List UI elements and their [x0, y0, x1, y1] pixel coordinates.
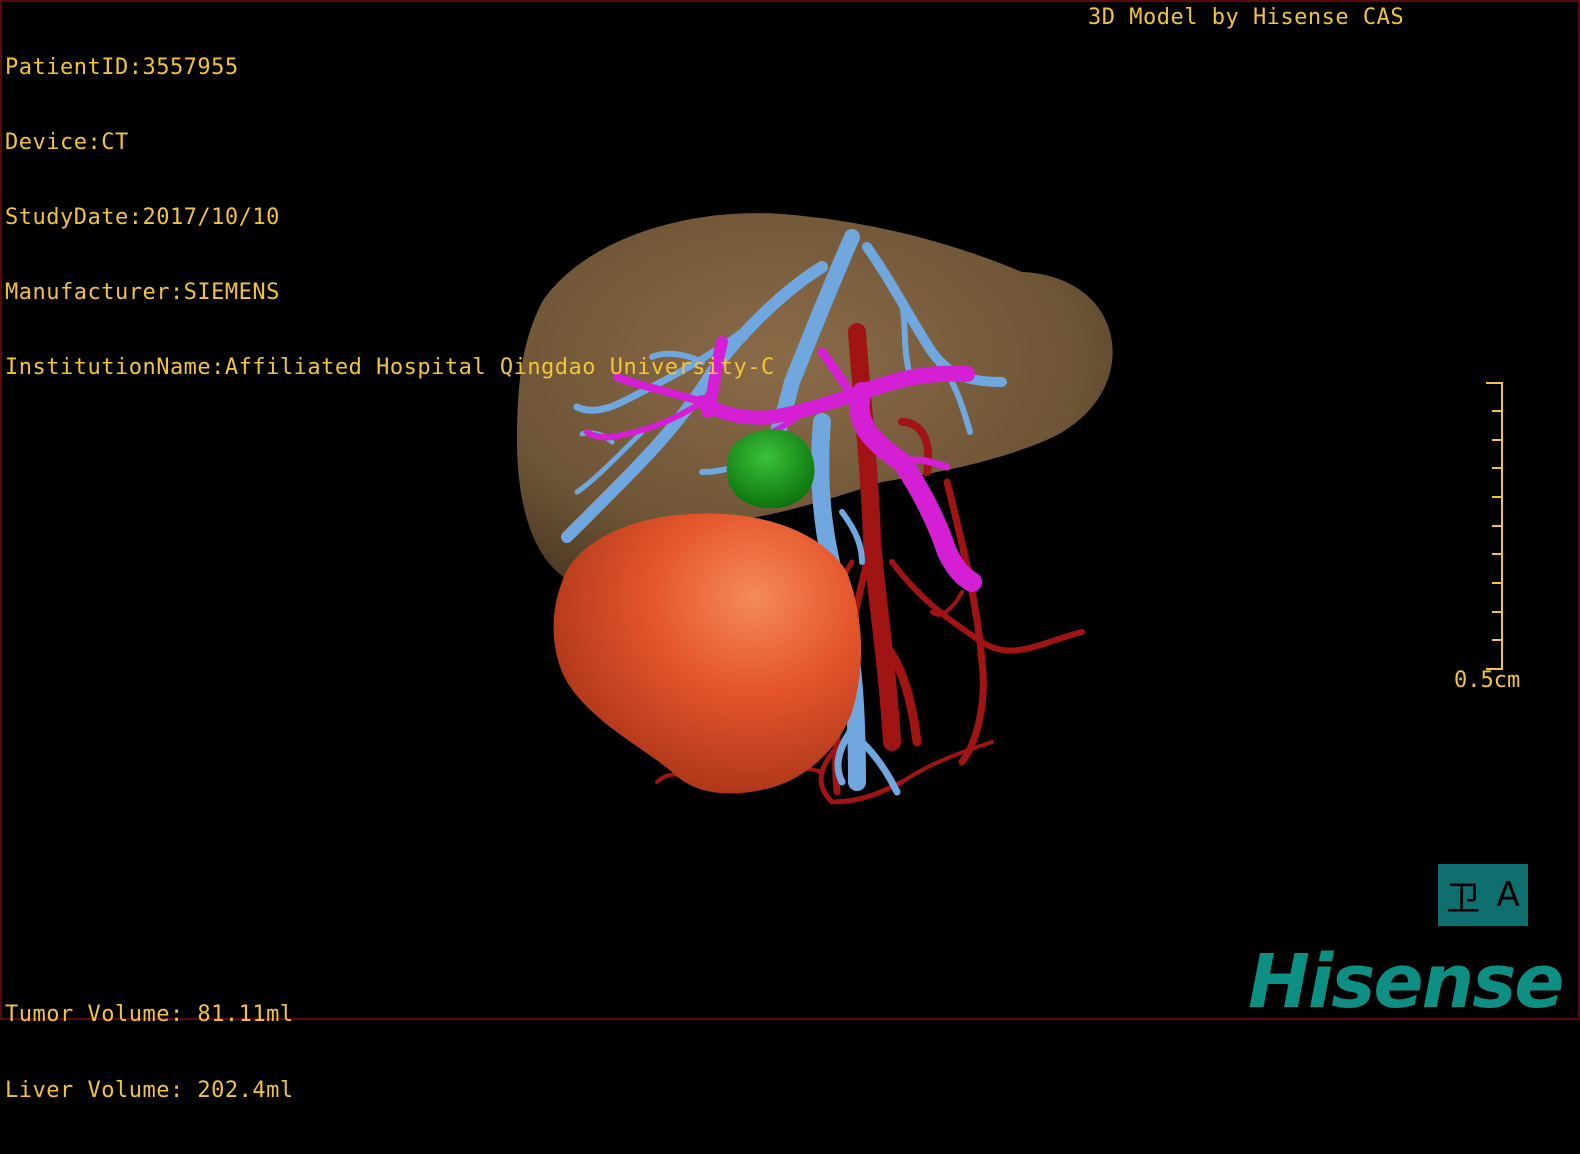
study-date: StudyDate:2017/10/10 — [5, 205, 280, 230]
orientation-left-glyph: 卫 — [1446, 878, 1481, 919]
device: Device:CT — [5, 130, 129, 155]
patient-id: PatientID:3557955 — [5, 55, 239, 80]
scale-label: 0.5cm — [1454, 668, 1521, 693]
liver-volume: Liver Volume: 202.4ml — [5, 1078, 294, 1103]
institution-name: InstitutionName:Affiliated Hospital Qing… — [5, 355, 775, 380]
volume-readout: Tumor Volume: 81.11ml Liver Volume: 202.… — [5, 952, 294, 1154]
gallbladder — [726, 429, 815, 509]
scale-bar — [1486, 382, 1503, 670]
patient-info-overlay: PatientID:3557955 Device:CT StudyDate:20… — [5, 5, 775, 430]
view-orientation-button[interactable]: 卫 A — [1438, 864, 1528, 926]
model-credit: 3D Model by Hisense CAS — [1088, 5, 1405, 30]
tumor-volume: Tumor Volume: 81.11ml — [5, 1002, 294, 1027]
hisense-logo: Hisense — [1248, 939, 1564, 1025]
orientation-right-glyph: A — [1496, 875, 1520, 915]
tumor — [553, 513, 862, 794]
manufacturer: Manufacturer:SIEMENS — [5, 280, 280, 305]
3d-viewport[interactable]: PatientID:3557955 Device:CT StudyDate:20… — [0, 0, 1580, 1103]
